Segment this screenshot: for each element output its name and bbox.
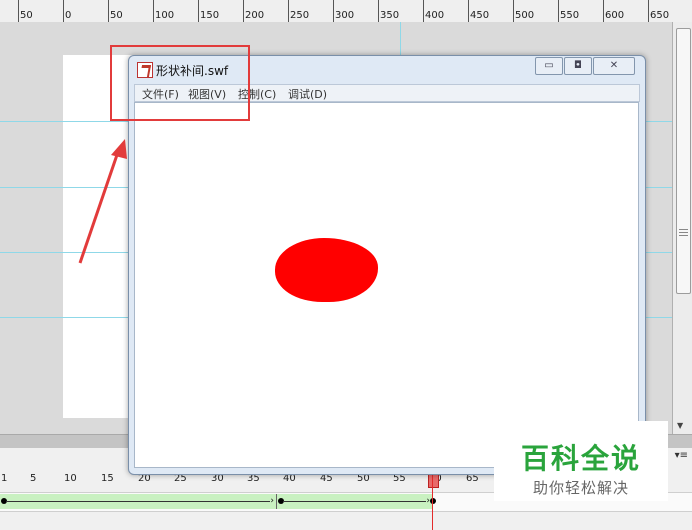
ruler-label: 650 bbox=[650, 10, 670, 21]
ruler-label: 600 bbox=[605, 10, 625, 21]
ruler-label: 500 bbox=[515, 10, 535, 21]
ruler-tick bbox=[513, 0, 514, 22]
watermark-title: 百科全说 bbox=[520, 442, 641, 475]
maximize-button[interactable]: ◘ bbox=[564, 57, 592, 75]
tween-arrow-line bbox=[283, 501, 426, 502]
close-icon: ✕ bbox=[609, 60, 619, 71]
vertical-scrollbar[interactable]: ▼ bbox=[672, 22, 692, 434]
ruler-tick bbox=[243, 0, 244, 22]
shape-tween-span[interactable]: › bbox=[0, 494, 277, 509]
ruler-tick bbox=[18, 0, 19, 22]
frame-label: 1 bbox=[1, 473, 8, 484]
ruler-label: 400 bbox=[425, 10, 445, 21]
highlight-box bbox=[110, 45, 250, 121]
grip-line bbox=[679, 235, 688, 236]
grip-line bbox=[679, 232, 688, 233]
ruler-label: 50 bbox=[20, 10, 33, 21]
ruler-tick bbox=[378, 0, 379, 22]
frame-label: 10 bbox=[64, 473, 77, 484]
ruler-tick bbox=[558, 0, 559, 22]
menu-debug[interactable]: 调试(D) bbox=[288, 86, 327, 102]
ruler-label: 100 bbox=[155, 10, 175, 21]
ruler-label: 250 bbox=[290, 10, 310, 21]
ruler-tick bbox=[198, 0, 199, 22]
ruler-tick bbox=[63, 0, 64, 22]
scrollbar-thumb[interactable] bbox=[676, 28, 691, 294]
scroll-down-arrow-icon[interactable]: ▼ bbox=[677, 421, 683, 430]
swf-playback-area bbox=[134, 102, 639, 468]
ruler-label: 550 bbox=[560, 10, 580, 21]
top-ruler: 50 0 50 100 150 200 250 300 350 400 450 … bbox=[0, 0, 692, 23]
annotation-arrow-icon bbox=[78, 139, 127, 264]
frame-label: 5 bbox=[30, 473, 37, 484]
ruler-tick bbox=[603, 0, 604, 22]
ruler-label: 150 bbox=[200, 10, 220, 21]
maximize-icon: ◘ bbox=[574, 60, 582, 71]
ruler-tick bbox=[108, 0, 109, 22]
ruler-tick bbox=[423, 0, 424, 22]
ruler-tick bbox=[153, 0, 154, 22]
ruler-tick bbox=[288, 0, 289, 22]
ruler-tick bbox=[333, 0, 334, 22]
frame-label: 15 bbox=[101, 473, 114, 484]
grip-line bbox=[679, 229, 688, 230]
shape-tween-span[interactable]: › bbox=[277, 494, 433, 509]
minimize-icon: ▭ bbox=[544, 60, 554, 71]
minimize-button[interactable]: ▭ bbox=[535, 57, 563, 75]
timeline-menu-icon[interactable]: ▾≡ bbox=[675, 450, 688, 461]
ruler-label: 300 bbox=[335, 10, 355, 21]
window-controls: ▭ ◘ ✕ bbox=[534, 57, 635, 75]
ruler-label: 0 bbox=[65, 10, 72, 21]
ruler-label: 200 bbox=[245, 10, 265, 21]
watermark: 百科全说 助你轻松解决 bbox=[494, 421, 668, 501]
playhead-line[interactable] bbox=[432, 470, 433, 530]
tween-arrow-line bbox=[6, 501, 270, 502]
ruler-label: 350 bbox=[380, 10, 400, 21]
ruler-tick bbox=[468, 0, 469, 22]
ruler-label: 450 bbox=[470, 10, 490, 21]
red-ellipse-shape bbox=[275, 238, 378, 302]
ruler-tick bbox=[648, 0, 649, 22]
watermark-subtitle: 助你轻松解决 bbox=[532, 479, 629, 497]
keyframe-dot[interactable] bbox=[430, 498, 436, 504]
close-button[interactable]: ✕ bbox=[593, 57, 635, 75]
arrow-head-icon: › bbox=[270, 496, 274, 506]
ruler-label: 50 bbox=[110, 10, 123, 21]
